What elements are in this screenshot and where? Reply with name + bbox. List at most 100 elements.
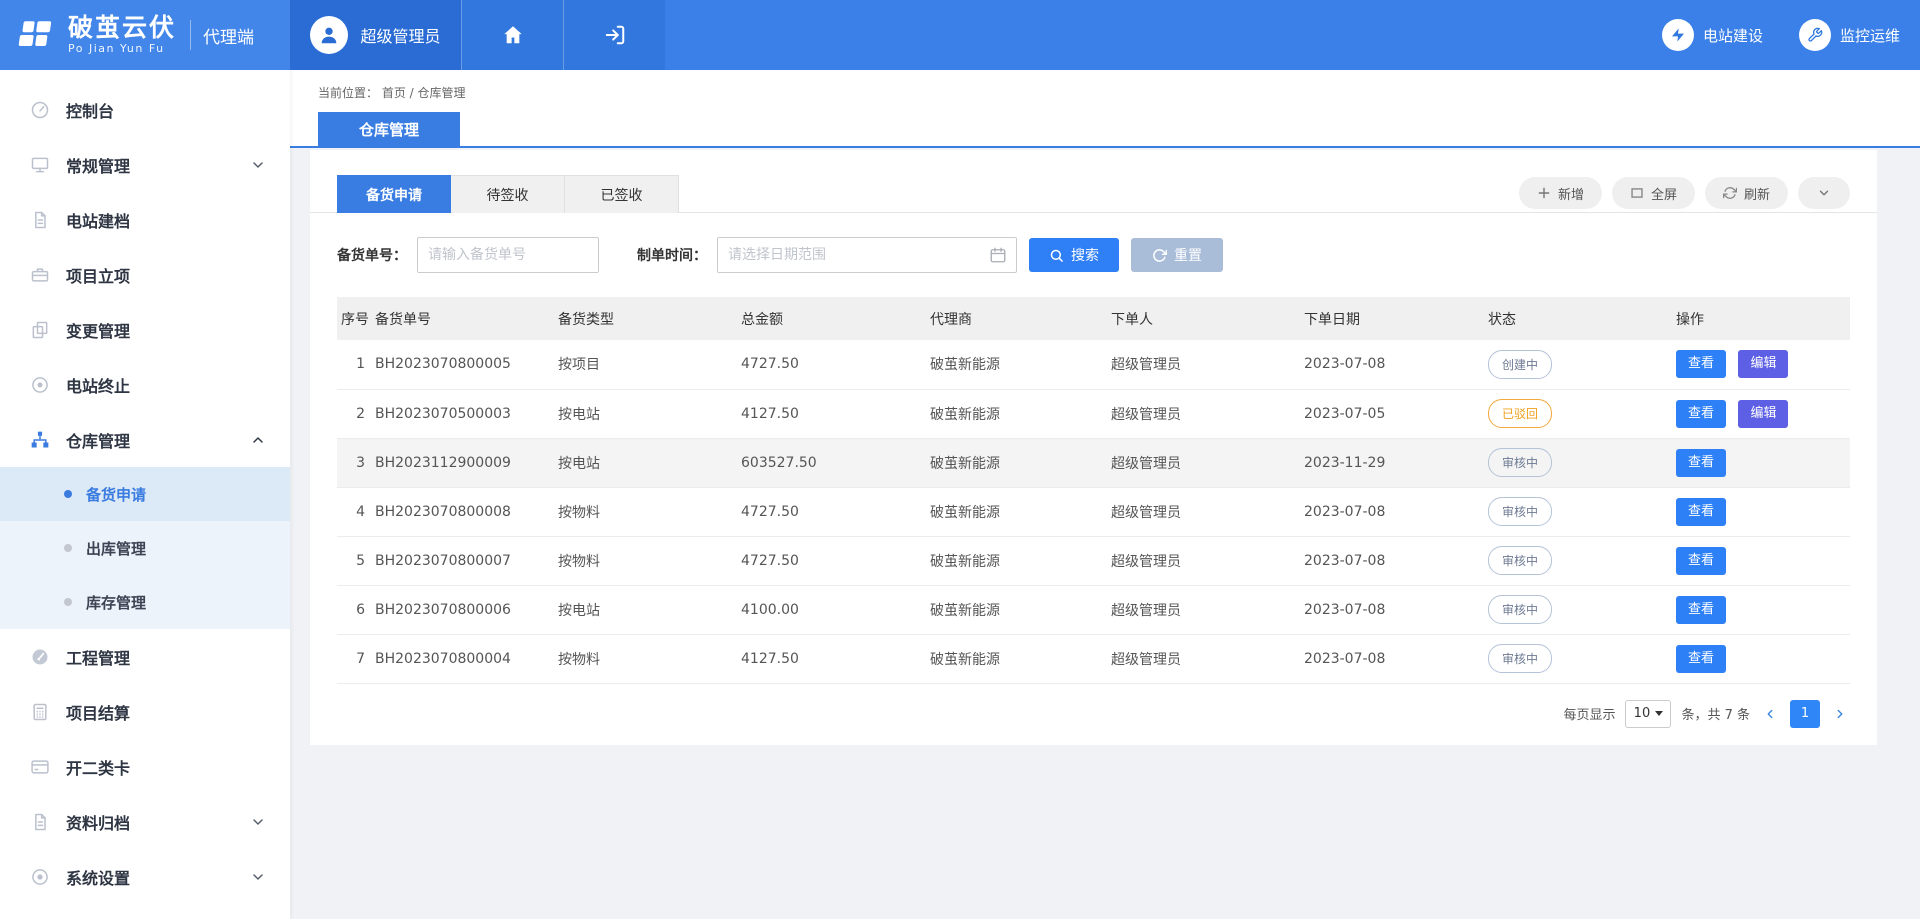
view-button[interactable]: 查看 <box>1676 350 1726 378</box>
refresh-icon <box>1723 186 1737 200</box>
order-no-input[interactable] <box>417 237 599 273</box>
status-badge: 审核中 <box>1488 497 1552 526</box>
status-badge: 创建中 <box>1488 350 1552 379</box>
search-icon <box>1049 248 1064 263</box>
sidebar-item-data-archive[interactable]: 资料归档 <box>0 794 290 849</box>
tab-stock-request[interactable]: 备货申请 <box>337 175 451 213</box>
bullet-icon <box>64 490 72 498</box>
card-icon <box>30 757 50 777</box>
stock-request-table: 序号 备货单号 备货类型 总金额 代理商 下单人 下单日期 状态 操作 1 BH… <box>337 297 1850 684</box>
warehouse-panel: 备货申请 待签收 已签收 新增 全屏 <box>310 150 1877 745</box>
sidebar-item-stock-request[interactable]: 备货申请 <box>0 467 290 521</box>
view-button[interactable]: 查看 <box>1676 498 1726 526</box>
sidebar-item-project-settlement[interactable]: 项目结算 <box>0 684 290 739</box>
edit-button[interactable]: 编辑 <box>1738 400 1788 428</box>
table-row: 3 BH2023112900009 按电站 603527.50 破茧新能源 超级… <box>337 438 1850 487</box>
header-quick-links: 电站建设 监控运维 <box>1662 0 1900 70</box>
toolbar: 新增 全屏 刷新 <box>1519 177 1850 209</box>
view-button[interactable]: 查看 <box>1676 596 1726 624</box>
gauge-icon <box>30 647 50 667</box>
table-row: 5 BH2023070800007 按物料 4727.50 破茧新能源 超级管理… <box>337 536 1850 585</box>
copy-icon <box>30 320 50 340</box>
total-count-label: 条，共 7 条 <box>1681 704 1750 723</box>
sidebar-item-change-mgmt[interactable]: 变更管理 <box>0 302 290 357</box>
home-icon <box>502 24 524 46</box>
col-header-status: 状态 <box>1488 297 1676 340</box>
main-content: 当前位置： 首页 / 仓库管理 仓库管理 备货申请 待签收 已签收 新增 <box>290 70 1920 919</box>
user-name: 超级管理员 <box>360 23 440 47</box>
status-badge: 审核中 <box>1488 595 1552 624</box>
date-label: 制单时间： <box>637 245 707 265</box>
bullet-icon <box>64 598 72 606</box>
view-button[interactable]: 查看 <box>1676 645 1726 673</box>
brand-logo: 破茧云伏 Po Jian Yun Fu 代理端 <box>0 0 290 70</box>
page-tab-warehouse[interactable]: 仓库管理 <box>318 112 460 146</box>
filter-row: 备货单号： 制单时间： 搜索 <box>337 237 1850 273</box>
sidebar-item-station-archive-create[interactable]: 电站建档 <box>0 192 290 247</box>
status-badge: 审核中 <box>1488 448 1552 477</box>
refresh-button[interactable]: 刷新 <box>1705 177 1788 209</box>
wrench-icon <box>1799 19 1831 51</box>
page-1-button[interactable]: 1 <box>1790 700 1820 728</box>
sidebar-item-outbound-mgmt[interactable]: 出库管理 <box>0 521 290 575</box>
sidebar-item-project-initiation[interactable]: 项目立项 <box>0 247 290 302</box>
home-button[interactable] <box>461 0 563 70</box>
order-no-label: 备货单号： <box>337 245 407 265</box>
sidebar: 控制台 常规管理 电站建档 项目立项 <box>0 70 290 919</box>
collapse-toggle-button[interactable] <box>1798 177 1850 209</box>
reset-button[interactable]: 重置 <box>1131 238 1223 272</box>
col-header-agent: 代理商 <box>930 297 1111 340</box>
logout-icon <box>604 24 626 46</box>
chevron-down-icon <box>1817 186 1831 200</box>
sidebar-item-dashboard[interactable]: 控制台 <box>0 82 290 137</box>
col-header-orderer: 下单人 <box>1111 297 1304 340</box>
next-page-button[interactable] <box>1830 700 1850 728</box>
view-button[interactable]: 查看 <box>1676 400 1726 428</box>
view-button[interactable]: 查看 <box>1676 547 1726 575</box>
stop-circle-icon <box>30 375 50 395</box>
lightning-icon <box>1662 19 1694 51</box>
add-button[interactable]: 新增 <box>1519 177 1602 209</box>
table-row: 7 BH2023070800004 按物料 4127.50 破茧新能源 超级管理… <box>337 634 1850 683</box>
chevron-up-icon <box>250 432 266 448</box>
brand-logo-icon <box>14 13 58 57</box>
sidebar-item-station-terminate[interactable]: 电站终止 <box>0 357 290 412</box>
sidebar-item-inventory-mgmt[interactable]: 库存管理 <box>0 575 290 629</box>
chevron-down-icon <box>250 814 266 830</box>
sidebar-item-engineering-mgmt[interactable]: 工程管理 <box>0 629 290 684</box>
calculator-icon <box>30 702 50 722</box>
view-button[interactable]: 查看 <box>1676 449 1726 477</box>
logout-button[interactable] <box>563 0 665 70</box>
status-badge: 已驳回 <box>1488 399 1552 428</box>
tab-pending-sign[interactable]: 待签收 <box>451 175 565 213</box>
app-header: 破茧云伏 Po Jian Yun Fu 代理端 超级管理员 <box>0 0 1920 70</box>
date-range-input[interactable] <box>717 237 1017 273</box>
chevron-down-icon <box>1655 711 1663 716</box>
briefcase-icon <box>30 265 50 285</box>
edit-button[interactable]: 编辑 <box>1738 350 1788 378</box>
brand-portal-label: 代理端 <box>203 23 254 48</box>
document-icon <box>30 210 50 230</box>
plus-icon <box>1537 186 1551 200</box>
user-menu[interactable]: 超级管理员 <box>290 0 461 70</box>
col-header-actions: 操作 <box>1676 297 1850 340</box>
col-header-order-no: 备货单号 <box>375 297 558 340</box>
sidebar-item-warehouse-mgmt[interactable]: 仓库管理 <box>0 412 290 467</box>
tab-signed[interactable]: 已签收 <box>565 175 679 213</box>
archive-icon <box>30 812 50 832</box>
per-page-select[interactable]: 10 <box>1625 700 1671 728</box>
sitemap-icon <box>30 430 50 450</box>
quick-link-monitor-ops[interactable]: 监控运维 <box>1799 19 1900 51</box>
sidebar-item-type2-card[interactable]: 开二类卡 <box>0 739 290 794</box>
sidebar-item-system-settings[interactable]: 系统设置 <box>0 849 290 904</box>
status-badge: 审核中 <box>1488 644 1552 673</box>
chevron-down-icon <box>250 869 266 885</box>
brand-subtitle: Po Jian Yun Fu <box>68 43 176 55</box>
quick-link-station-build[interactable]: 电站建设 <box>1662 19 1763 51</box>
fullscreen-button[interactable]: 全屏 <box>1612 177 1695 209</box>
prev-page-button[interactable] <box>1760 700 1780 728</box>
table-row: 4 BH2023070800008 按物料 4727.50 破茧新能源 超级管理… <box>337 487 1850 536</box>
sidebar-item-general-mgmt[interactable]: 常规管理 <box>0 137 290 192</box>
settings-icon <box>30 867 50 887</box>
search-button[interactable]: 搜索 <box>1029 238 1119 272</box>
